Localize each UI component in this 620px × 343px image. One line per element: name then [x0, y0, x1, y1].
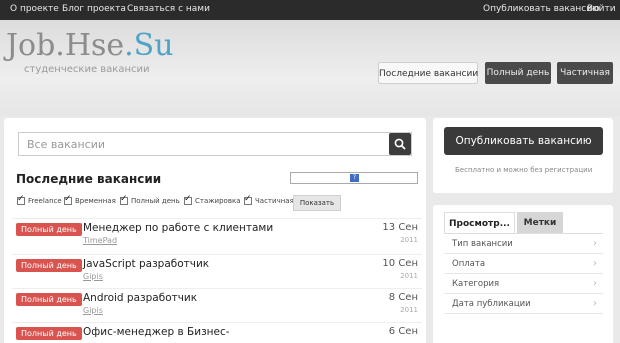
tab-browse[interactable]: Просмотр... [444, 212, 515, 234]
sidebar-item-category[interactable]: Категория › [444, 274, 603, 294]
logo-suffix-text: .Su [124, 28, 174, 63]
sidebar-item-label: Дата публикации [452, 299, 531, 309]
sidebar-item-payment[interactable]: Оплата › [444, 254, 603, 274]
job-row[interactable]: Полный день JavaScript разработчик Gipis… [12, 254, 422, 290]
job-year: 2011 [400, 306, 418, 314]
site-slogan: студенческие вакансии [24, 64, 150, 75]
search-placeholder: Все вакансии [27, 138, 106, 151]
filter-freelance-label: Freelance [28, 197, 62, 205]
full-day-button[interactable]: Полный день [485, 62, 551, 84]
job-row[interactable]: Полный день Офис-менеджер в Бизнес- 6 Се… [12, 322, 422, 343]
sidebar-item-label: Оплата [452, 259, 486, 269]
sidebar-item-job-type[interactable]: Тип вакансии › [444, 234, 603, 254]
help-icon[interactable]: ? [350, 174, 359, 182]
chevron-right-icon: › [593, 258, 597, 269]
filter-parttime-checkbox[interactable] [244, 194, 252, 205]
job-title-link[interactable]: Android разработчик [83, 292, 197, 304]
job-title-link[interactable]: Офис-менеджер в Бизнес- [83, 326, 230, 338]
job-date: 8 Сен [388, 292, 418, 303]
show-button[interactable]: Показать [293, 195, 341, 211]
sidebar-item-label: Категория [452, 279, 500, 289]
job-year: 2011 [400, 272, 418, 280]
top-navbar: О проекте Блог проекта Связаться с нами … [0, 0, 620, 20]
filter-fullday-checkbox[interactable] [120, 194, 128, 205]
job-row[interactable]: Полный день Android разработчик Gipis 8 … [12, 288, 422, 324]
chevron-right-icon: › [593, 238, 597, 249]
company-link[interactable]: Gipis [83, 272, 103, 281]
search-icon [394, 138, 406, 150]
filter-temporary-checkbox[interactable] [64, 194, 72, 205]
job-title-link[interactable]: Менеджер по работе с клиентами [83, 222, 273, 234]
latest-jobs-heading: Последние вакансии [16, 172, 162, 186]
company-link[interactable]: Gipis [83, 306, 103, 315]
filter-internship-label: Стажировка [195, 197, 241, 205]
site-logo[interactable]: Job.Hse.Su [6, 28, 174, 63]
filter-internship-checkbox[interactable] [184, 194, 192, 205]
company-link[interactable]: TimePad [83, 236, 117, 245]
job-row[interactable]: Полный день Менеджер по работе с клиента… [12, 218, 422, 254]
sidebar-item-publish-date[interactable]: Дата публикации › [444, 294, 603, 314]
job-date: 13 Сен [382, 222, 418, 233]
part-time-button[interactable]: Частичная [557, 62, 613, 84]
search-input[interactable]: Все вакансии [18, 132, 412, 156]
publish-job-button[interactable]: Опубликовать вакансию [444, 127, 603, 155]
filter-fullday-label: Полный день [131, 197, 180, 205]
publish-note: Бесплатно и можно без регистрации [455, 166, 593, 174]
job-title-link[interactable]: JavaScript разработчик [83, 258, 209, 270]
filter-parttime-label: Частичная [255, 197, 294, 205]
job-type-badge: Полный день [16, 293, 82, 306]
logo-main-text: Job.Hse [6, 28, 125, 63]
job-type-badge: Полный день [16, 223, 82, 236]
filter-temporary-label: Временная [75, 197, 116, 205]
job-date: 10 Сен [382, 258, 418, 269]
job-type-badge: Полный день [16, 327, 82, 340]
nav-blog-link[interactable]: Блог проекта [62, 4, 126, 14]
nav-contact-link[interactable]: Связаться с нами [127, 4, 210, 14]
job-year: 2011 [400, 236, 418, 244]
chevron-right-icon: › [593, 278, 597, 289]
job-date: 6 Сен [388, 326, 418, 337]
tab-tags[interactable]: Метки [517, 212, 563, 234]
filter-freelance-checkbox[interactable] [17, 194, 25, 205]
nav-about-link[interactable]: О проекте [10, 4, 59, 14]
nav-login-link[interactable]: Войти [587, 4, 616, 14]
search-button[interactable] [389, 133, 411, 155]
sidebar-item-label: Тип вакансии [452, 239, 513, 249]
nav-publish-link[interactable]: Опубликовать вакансию [483, 4, 600, 14]
latest-jobs-button[interactable]: Последние вакансии [378, 62, 478, 84]
chevron-right-icon: › [593, 298, 597, 309]
job-type-badge: Полный день [16, 259, 82, 272]
